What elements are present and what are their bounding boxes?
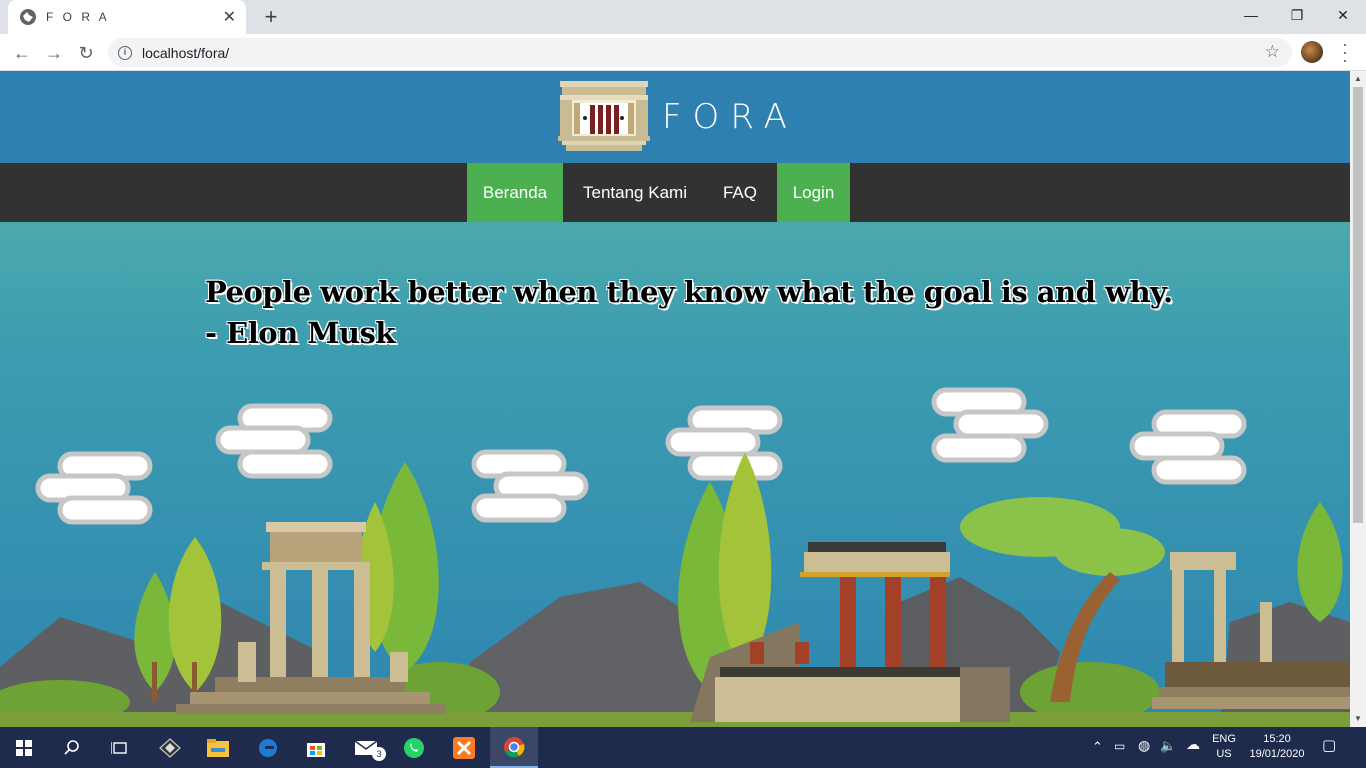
edge-icon[interactable] bbox=[244, 727, 292, 768]
tab-title: F O R A bbox=[46, 10, 110, 24]
scrollbar-thumb[interactable] bbox=[1353, 87, 1363, 523]
brand-title: FORA bbox=[662, 97, 798, 137]
main-navbar: Beranda Tentang Kami FAQ Login bbox=[0, 163, 1350, 222]
quote-author: - Elon Musk bbox=[205, 316, 395, 350]
volume-muted-icon[interactable]: 🔈 bbox=[1160, 738, 1176, 753]
back-button[interactable]: ← bbox=[8, 39, 36, 67]
reload-button[interactable]: ↻ bbox=[72, 39, 100, 67]
site-header: FORA bbox=[0, 71, 1350, 163]
task-view-icon[interactable] bbox=[96, 727, 144, 768]
clock-time: 15:20 bbox=[1263, 733, 1291, 745]
address-bar[interactable]: i localhost/fora/ ☆ bbox=[108, 38, 1292, 67]
windows-start-icon[interactable] bbox=[0, 727, 48, 768]
scroll-down-icon[interactable]: ▼ bbox=[1350, 711, 1366, 727]
whatsapp-icon[interactable] bbox=[390, 727, 438, 768]
new-tab-button[interactable]: + bbox=[258, 4, 284, 30]
tray-overflow-icon[interactable]: ⌃ bbox=[1092, 739, 1103, 754]
page-scrollbar[interactable]: ▲ ▼ bbox=[1350, 71, 1366, 727]
chrome-icon[interactable] bbox=[490, 727, 538, 768]
network-icon[interactable]: ◍ bbox=[1138, 738, 1150, 753]
store-icon[interactable] bbox=[292, 727, 340, 768]
tab-close-icon[interactable]: ✕ bbox=[223, 7, 236, 27]
web-page: FORA Beranda Tentang Kami FAQ Login Peop… bbox=[0, 71, 1350, 727]
bookmark-star-icon[interactable]: ☆ bbox=[1265, 42, 1280, 62]
nav-login[interactable]: Login bbox=[777, 163, 850, 222]
url-text[interactable]: localhost/fora/ bbox=[142, 45, 229, 61]
nav-tentang-kami[interactable]: Tentang Kami bbox=[571, 163, 699, 222]
minimize-button[interactable]: — bbox=[1228, 0, 1274, 30]
lang-line2: US bbox=[1216, 748, 1232, 760]
language-indicator[interactable]: ENG US bbox=[1208, 732, 1240, 762]
clock[interactable]: 15:20 19/01/2020 bbox=[1244, 732, 1310, 762]
scroll-up-icon[interactable]: ▲ bbox=[1350, 71, 1366, 87]
browser-tab[interactable]: F O R A ✕ bbox=[8, 0, 246, 34]
file-explorer-icon[interactable] bbox=[194, 727, 242, 768]
windows-taskbar: 3 ⌃ ▭ ◍ 🔈 ☁ ENG US 15:20 19/01/2020 ▢ bbox=[0, 727, 1366, 768]
mail-badge: 3 bbox=[372, 747, 386, 761]
globe-icon bbox=[20, 9, 36, 25]
restore-button[interactable]: ❐ bbox=[1274, 0, 1320, 30]
browser-tab-strip: F O R A ✕ + — ❐ ✕ bbox=[0, 0, 1366, 34]
browser-menu-icon[interactable]: · · · bbox=[1340, 35, 1350, 69]
forward-button[interactable]: → bbox=[40, 39, 68, 67]
quote-text: People work better when they know what t… bbox=[205, 275, 1173, 309]
profile-avatar[interactable] bbox=[1301, 41, 1323, 63]
hero-banner: People work better when they know what t… bbox=[0, 222, 1350, 727]
fora-logo-icon bbox=[558, 81, 650, 151]
battery-icon[interactable]: ▭ bbox=[1114, 739, 1125, 754]
clock-date: 19/01/2020 bbox=[1249, 748, 1305, 760]
lang-line1: ENG bbox=[1212, 733, 1236, 745]
notification-icon[interactable]: ▢ bbox=[1322, 738, 1336, 753]
close-window-button[interactable]: ✕ bbox=[1320, 0, 1366, 30]
hero-quote: People work better when they know what t… bbox=[205, 272, 1173, 354]
nav-faq[interactable]: FAQ bbox=[707, 163, 773, 222]
search-icon[interactable] bbox=[48, 727, 96, 768]
cloud-icon[interactable]: ☁ bbox=[1186, 737, 1200, 752]
nav-beranda[interactable]: Beranda bbox=[467, 163, 563, 222]
info-icon[interactable]: i bbox=[118, 45, 132, 60]
mail-icon[interactable]: 3 bbox=[342, 727, 390, 768]
app-icon[interactable] bbox=[146, 727, 194, 768]
browser-toolbar: ← → ↻ i localhost/fora/ ☆ bbox=[0, 34, 1366, 71]
xampp-icon[interactable] bbox=[440, 727, 488, 768]
